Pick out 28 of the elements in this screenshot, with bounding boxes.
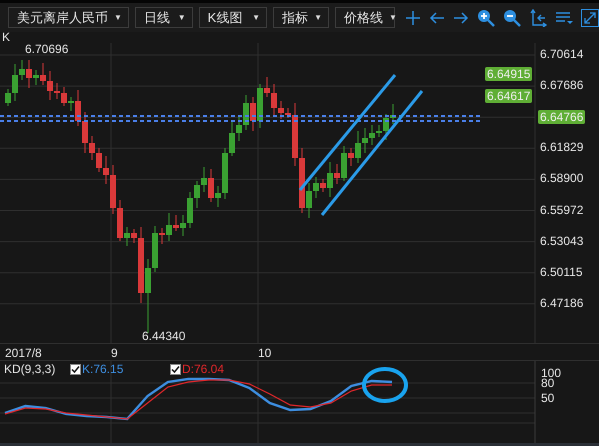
price-line-badge: 6.64915 [485,67,532,81]
low-price-label: 6.44340 [142,329,186,343]
price-axis-label: 6.53043 [540,234,584,248]
price-axis-label: 6.55972 [540,202,584,216]
dropdown[interactable]: K线图 ▼ [198,7,268,28]
price-axis-label: 6.50115 [540,264,582,279]
indicator-value: D:76.04 [182,362,224,376]
price-line-badge: 6.64617 [485,89,532,103]
price-axis-label: 6.58900 [540,171,584,186]
indicator-value: K:76.15 [82,362,124,376]
dropdown[interactable]: 价格线 ▼ [335,7,395,28]
price-axis-label: 6.67686 [540,78,584,92]
high-price-label: 6.70696 [25,42,68,56]
date-label: 2017/8 [5,346,42,360]
price-axis-label: 6.47186 [540,296,584,310]
date-label: 9 [111,346,118,360]
chart-label: K [2,30,10,44]
price-axis-label: 6.61829 [540,140,584,154]
dropdown[interactable]: 美元离岸人民币 ▼ [8,7,129,28]
current-price-badge: 6.64766 [538,110,586,124]
dropdown[interactable]: 日线 ▼ [134,7,193,28]
price-axis-label: 6.70614 [540,47,584,61]
indicator-axis-label: 50 [541,393,554,403]
indicator-axis-label: 80 [541,378,554,388]
dropdown[interactable]: 指标 ▼ [273,7,329,28]
indicator-name: KD(9,3,3) [4,362,56,376]
indicator-axis-label: 100 [541,368,562,378]
date-label: 10 [258,346,272,360]
